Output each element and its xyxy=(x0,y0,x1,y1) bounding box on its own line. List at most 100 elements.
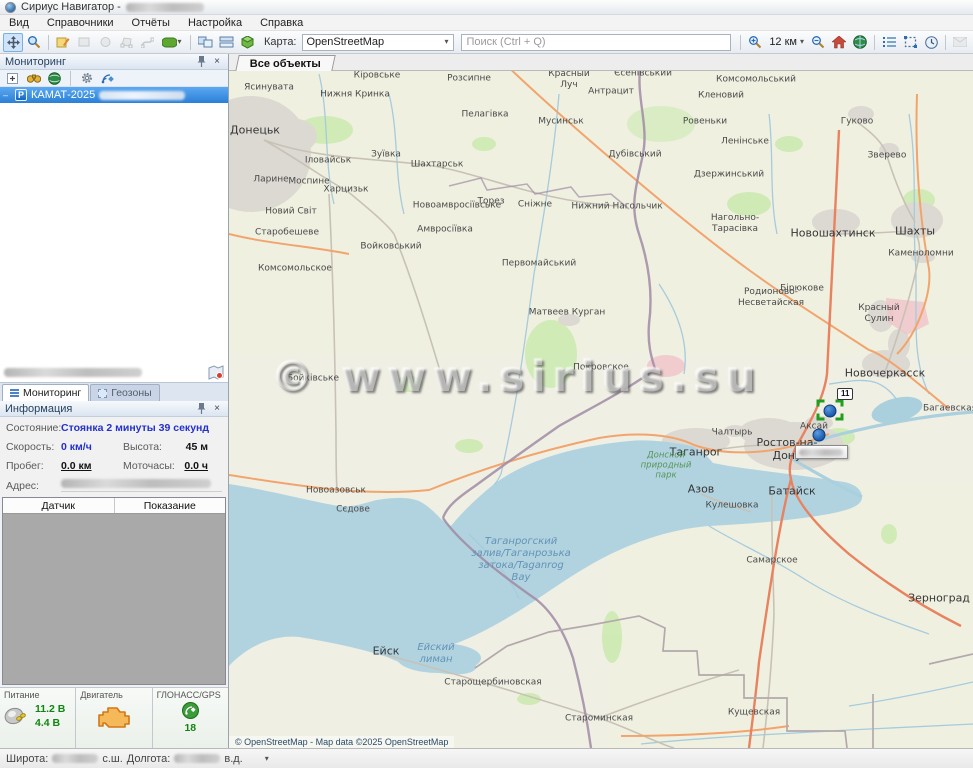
find-object-button[interactable] xyxy=(25,71,42,86)
engine-hours-value[interactable]: 0.0 ч xyxy=(181,460,222,472)
cube-icon xyxy=(241,36,254,49)
map-tab-strip: Все объекты xyxy=(229,54,973,71)
main-toolbar: ▾ Карта: OpenStreetMap ▾ Поиск (Ctrl + Q… xyxy=(0,31,973,54)
chevron-down-icon: ▾ xyxy=(444,38,448,46)
tree-row-secondary[interactable] xyxy=(0,364,228,381)
connection-status-button[interactable] xyxy=(99,71,116,86)
pin-icon[interactable] xyxy=(195,403,207,415)
monitoring-panel-title: Мониторинг xyxy=(5,56,191,68)
tab-geozones[interactable]: Геозоны xyxy=(90,384,159,401)
pin-icon[interactable] xyxy=(195,56,207,68)
gear-icon xyxy=(81,72,93,84)
status-cells: Питание 11.2 В 4.4 В Двигатель xyxy=(0,687,228,748)
monitoring-panel-header: Мониторинг × xyxy=(0,54,228,70)
redacted-latitude xyxy=(52,754,98,763)
add-circle-geozone-button[interactable] xyxy=(95,33,115,52)
map-provider-select[interactable]: OpenStreetMap ▾ xyxy=(302,34,454,51)
history-time-button[interactable] xyxy=(921,33,941,52)
map-canvas xyxy=(229,54,973,748)
tab-geozones-label: Геозоны xyxy=(111,387,151,399)
map-tab-all-objects[interactable]: Все объекты xyxy=(235,55,335,71)
close-icon[interactable]: × xyxy=(211,403,223,415)
chevron-down-icon: ▾ xyxy=(177,38,181,46)
menu-help[interactable]: Справка xyxy=(251,16,312,30)
show-on-map-button[interactable] xyxy=(46,71,63,86)
altitude-label: Высота: xyxy=(123,441,181,453)
map-area[interactable]: Все объекты xyxy=(229,54,973,748)
menu-reports[interactable]: Отчёты xyxy=(123,16,179,30)
expand-all-button[interactable] xyxy=(4,71,21,86)
sensors-table-header: Датчик Показание xyxy=(3,498,225,514)
menu-settings[interactable]: Настройка xyxy=(179,16,251,30)
vehicle-tree[interactable]: – P КАМАТ-2025 xyxy=(0,87,228,382)
chevron-down-icon: ▾ xyxy=(800,38,804,46)
redacted-vehicle-label xyxy=(799,449,843,456)
speed-value: 0 км/ч xyxy=(61,441,123,453)
main-split: Мониторинг × xyxy=(0,54,973,748)
info-panel-body: Состояние: Стоянка 2 минуты 39 секунд Ск… xyxy=(0,417,228,496)
redacted-vehicle-info xyxy=(99,91,185,100)
column-sensor[interactable]: Датчик xyxy=(3,498,114,513)
tree-expander-icon[interactable]: – xyxy=(3,90,11,100)
edit-icon xyxy=(56,36,70,49)
redacted-address xyxy=(61,479,211,488)
map-3d-button[interactable] xyxy=(237,33,257,52)
circle-shape-icon xyxy=(99,36,112,48)
vehicle-marker[interactable] xyxy=(813,429,826,442)
vehicle-marker-selected[interactable] xyxy=(824,405,837,418)
zoom-in-button[interactable] xyxy=(745,33,765,52)
add-polygon-geozone-button[interactable] xyxy=(116,33,136,52)
tab-monitoring[interactable]: Мониторинг xyxy=(2,384,89,401)
track-color-button[interactable]: ▾ xyxy=(158,33,186,52)
altitude-value: 45 м xyxy=(181,441,222,453)
road-number-badge: 11 xyxy=(837,388,853,400)
latitude-label: Широта: xyxy=(6,753,48,765)
add-rect-geozone-button[interactable] xyxy=(74,33,94,52)
geozone-map-icon[interactable] xyxy=(208,365,224,380)
status-bar: Широта: с.ш. Долгота: в.д. ▾ xyxy=(0,748,973,768)
longitude-label: Долгота: xyxy=(127,753,171,765)
send-message-button[interactable] xyxy=(950,33,970,52)
longitude-suffix: в.д. xyxy=(224,753,242,765)
gps-status-icon xyxy=(182,702,199,719)
home-view-button[interactable] xyxy=(829,33,849,52)
engine-hours-label: Моточасы: xyxy=(123,460,181,472)
split-layout-icon xyxy=(219,36,234,48)
edit-geozone-button[interactable] xyxy=(53,33,73,52)
object-settings-button[interactable] xyxy=(78,71,95,86)
sensors-table[interactable]: Датчик Показание xyxy=(2,497,226,685)
vehicle-label-box xyxy=(795,445,848,459)
chevron-down-icon[interactable]: ▾ xyxy=(265,755,269,763)
menu-bar: Вид Справочники Отчёты Настройка Справка xyxy=(0,15,973,31)
title-bar: Сириус Навигатор - xyxy=(0,0,973,15)
tree-row-vehicle[interactable]: – P КАМАТ-2025 xyxy=(0,87,228,103)
zoom-level-select[interactable]: 12 км ▾ xyxy=(766,33,807,52)
panel-tab-strip: Мониторинг Геозоны xyxy=(0,382,228,401)
object-list-button[interactable] xyxy=(879,33,899,52)
menu-directories[interactable]: Справочники xyxy=(38,16,123,30)
search-map-button[interactable] xyxy=(24,33,44,52)
tab-monitoring-label: Мониторинг xyxy=(23,387,81,399)
close-icon[interactable]: × xyxy=(211,56,223,68)
select-area-button[interactable] xyxy=(900,33,920,52)
layout-windows-button[interactable] xyxy=(195,33,215,52)
menu-view[interactable]: Вид xyxy=(0,16,38,30)
zoom-out-button[interactable] xyxy=(808,33,828,52)
map-tab-label: Все объекты xyxy=(250,58,321,70)
add-polyline-geozone-button[interactable] xyxy=(137,33,157,52)
layout-horizontal-button[interactable] xyxy=(216,33,236,52)
redacted-title-text xyxy=(126,3,204,12)
parking-status-icon: P xyxy=(15,89,27,101)
selection-frame-icon xyxy=(904,36,917,48)
mileage-value[interactable]: 0.0 км xyxy=(61,460,123,472)
power-label: Питание xyxy=(4,690,71,700)
power-voltage-backup: 4.4 В xyxy=(35,717,65,729)
gps-label: ГЛОНАСС/GPS xyxy=(157,690,224,700)
column-reading[interactable]: Показание xyxy=(114,498,226,513)
power-cell: Питание 11.2 В 4.4 В xyxy=(0,688,76,748)
search-input[interactable]: Поиск (Ctrl + Q) xyxy=(461,34,732,51)
whole-map-button[interactable] xyxy=(850,33,870,52)
info-panel-header: Информация × xyxy=(0,401,228,417)
pan-tool-button[interactable] xyxy=(3,33,23,52)
state-value: Стоянка 2 минуты 39 секунд xyxy=(61,422,222,434)
